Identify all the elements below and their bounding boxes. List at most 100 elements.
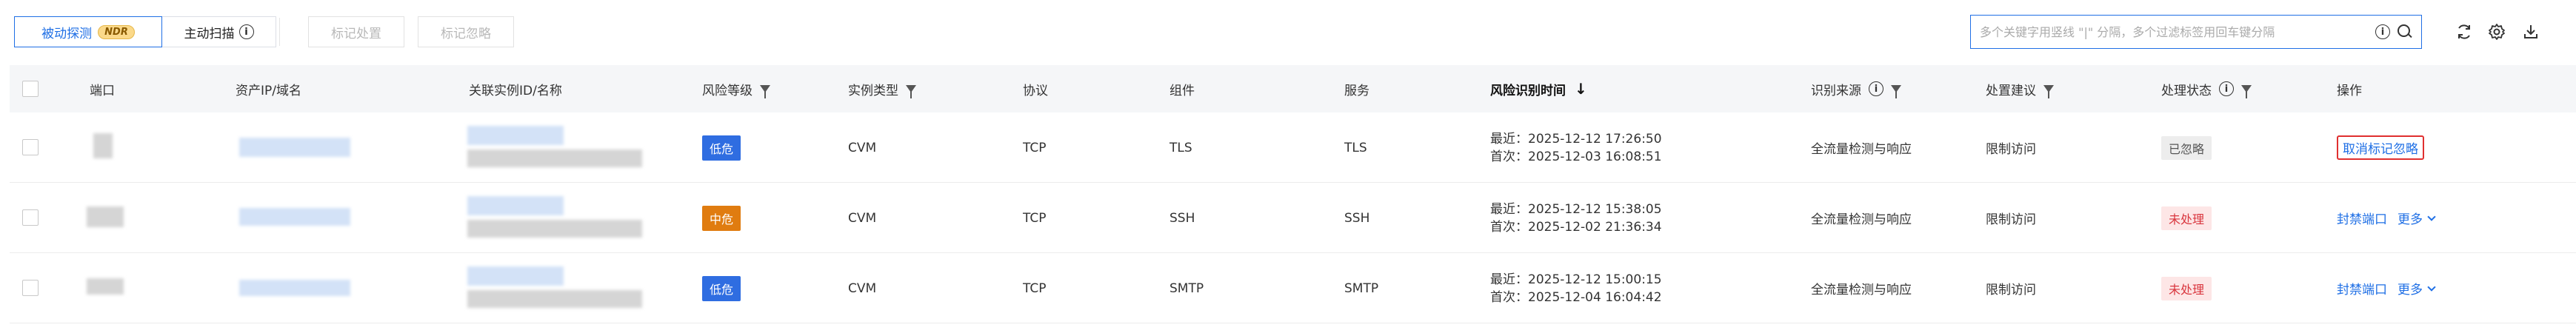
toolbar: 被动探测 NDR 主动扫描 i 标记处置 标记忽略 i: [0, 0, 2576, 62]
row-checkbox[interactable]: [22, 209, 39, 226]
more-dropdown[interactable]: 更多: [2398, 209, 2436, 227]
more-dropdown[interactable]: 更多: [2398, 279, 2436, 298]
sort-desc-icon[interactable]: ↓: [1575, 80, 1587, 98]
suggestion: 限制访问: [1986, 283, 2036, 298]
suggestion: 限制访问: [1986, 212, 2036, 227]
col-action: 操作: [2337, 83, 2362, 98]
col-status: 处理状态 i: [2161, 65, 2252, 112]
redacted-port: [93, 133, 113, 158]
risk-badge: 中危: [702, 205, 741, 231]
chevron-down-icon: [2427, 282, 2436, 292]
time-recent: 最近：2025-12-12 17:26:50: [1490, 131, 1662, 147]
redacted-instance-id: [467, 266, 564, 286]
toolbar-divider: [279, 18, 280, 46]
col-instance: 关联实例ID/名称: [469, 83, 562, 98]
redacted-asset: [239, 280, 350, 296]
tab-passive-detection[interactable]: 被动探测 NDR: [14, 16, 162, 47]
time-first: 首次：2025-12-04 16:04:42: [1490, 289, 1662, 305]
row-checkbox[interactable]: [22, 280, 39, 296]
ndr-badge: NDR: [98, 24, 135, 39]
col-risk: 风险等级: [702, 65, 770, 112]
col-component: 组件: [1169, 83, 1195, 98]
filter-icon[interactable]: [906, 85, 916, 98]
action-cell: 取消标记忽略: [2337, 112, 2424, 183]
risk-badge: 低危: [702, 275, 741, 301]
col-service: 服务: [1344, 83, 1369, 98]
select-all-checkbox[interactable]: [22, 81, 39, 97]
source: 全流量检测与响应: [1811, 283, 1912, 298]
tab-passive-label: 被动探测: [41, 26, 93, 41]
risk-cell: 中危: [702, 183, 741, 253]
col-time-label: 风险识别时间: [1490, 83, 1566, 98]
filter-icon[interactable]: [1891, 85, 1901, 98]
status-badge: 未处理: [2161, 276, 2212, 300]
instance-type: CVM: [848, 140, 877, 155]
col-asset: 资产IP/域名: [236, 83, 301, 98]
redacted-instance-name: [467, 290, 642, 308]
protocol: TCP: [1023, 210, 1047, 226]
source: 全流量检测与响应: [1811, 212, 1912, 227]
status-cell: 已忽略: [2161, 112, 2212, 183]
risk-table: 端口 资产IP/域名 关联实例ID/名称 风险等级 实例类型 协议 组件 服务 …: [10, 65, 2576, 323]
risk-cell: 低危: [702, 112, 741, 183]
mark-handled-button[interactable]: 标记处置: [308, 16, 404, 47]
redacted-port: [87, 206, 124, 227]
risk-badge: 低危: [702, 135, 741, 161]
col-status-label: 处理状态: [2161, 83, 2212, 98]
info-icon[interactable]: i: [2219, 81, 2234, 96]
protocol: TCP: [1023, 280, 1047, 296]
search-icon[interactable]: [2398, 24, 2412, 39]
risk-time: 最近：2025-12-12 17:26:50 首次：2025-12-03 16:…: [1490, 112, 1662, 183]
row-checkbox[interactable]: [22, 139, 39, 155]
refresh-icon[interactable]: [2453, 21, 2475, 43]
table-row: 低危 CVM TCP SMTP SMTP 最近：2025-12-12 15:00…: [10, 253, 2576, 323]
table-row: 中危 CVM TCP SSH SSH 最近：2025-12-12 15:38:0…: [10, 183, 2576, 253]
gear-icon[interactable]: [2486, 21, 2508, 43]
suggestion: 限制访问: [1986, 142, 2036, 157]
info-icon[interactable]: i: [2375, 24, 2390, 39]
status-cell: 未处理: [2161, 183, 2212, 253]
redacted-instance-id: [467, 196, 564, 215]
cancel-ignore-button[interactable]: 取消标记忽略: [2337, 135, 2424, 160]
status-badge: 已忽略: [2161, 135, 2212, 160]
filter-icon[interactable]: [2241, 85, 2252, 98]
source: 全流量检测与响应: [1811, 142, 1912, 157]
mark-ignored-button[interactable]: 标记忽略: [418, 16, 514, 47]
search-box[interactable]: i: [1970, 15, 2422, 49]
action-cell: 封禁端口 更多: [2337, 253, 2436, 323]
block-port-button[interactable]: 封禁端口: [2337, 209, 2387, 227]
info-icon[interactable]: i: [238, 24, 254, 39]
action-cell: 封禁端口 更多: [2337, 183, 2436, 253]
filter-icon[interactable]: [2043, 85, 2054, 98]
time-first: 首次：2025-12-03 16:08:51: [1490, 149, 1662, 164]
search-input[interactable]: [1980, 24, 2371, 39]
col-instance-type-label: 实例类型: [848, 83, 898, 98]
table-header: 端口 资产IP/域名 关联实例ID/名称 风险等级 实例类型 协议 组件 服务 …: [10, 65, 2576, 112]
tab-active-scan[interactable]: 主动扫描 i: [162, 16, 276, 47]
block-port-button[interactable]: 封禁端口: [2337, 279, 2387, 298]
risk-cell: 低危: [702, 253, 741, 323]
instance-type: CVM: [848, 210, 877, 226]
col-time[interactable]: 风险识别时间 ↓: [1490, 65, 1587, 112]
chevron-down-icon: [2427, 212, 2436, 221]
component: SMTP: [1169, 280, 1204, 296]
component: TLS: [1169, 140, 1192, 155]
service: TLS: [1344, 140, 1367, 155]
risk-time: 最近：2025-12-12 15:00:15 首次：2025-12-04 16:…: [1490, 253, 1662, 323]
col-suggestion: 处置建议: [1986, 65, 2054, 112]
col-port: 端口: [90, 83, 115, 98]
redacted-port: [87, 278, 124, 295]
download-icon[interactable]: [2520, 21, 2542, 43]
service: SMTP: [1344, 280, 1379, 296]
service: SSH: [1344, 210, 1370, 226]
time-recent: 最近：2025-12-12 15:00:15: [1490, 272, 1662, 287]
filter-icon[interactable]: [760, 85, 770, 98]
col-protocol: 协议: [1023, 83, 1048, 98]
more-label: 更多: [2398, 212, 2423, 227]
more-label: 更多: [2398, 283, 2423, 298]
redacted-instance-name: [467, 220, 642, 238]
redacted-asset: [239, 138, 350, 157]
col-suggestion-label: 处置建议: [1986, 83, 2036, 98]
instance-type: CVM: [848, 280, 877, 296]
info-icon[interactable]: i: [1869, 81, 1883, 96]
